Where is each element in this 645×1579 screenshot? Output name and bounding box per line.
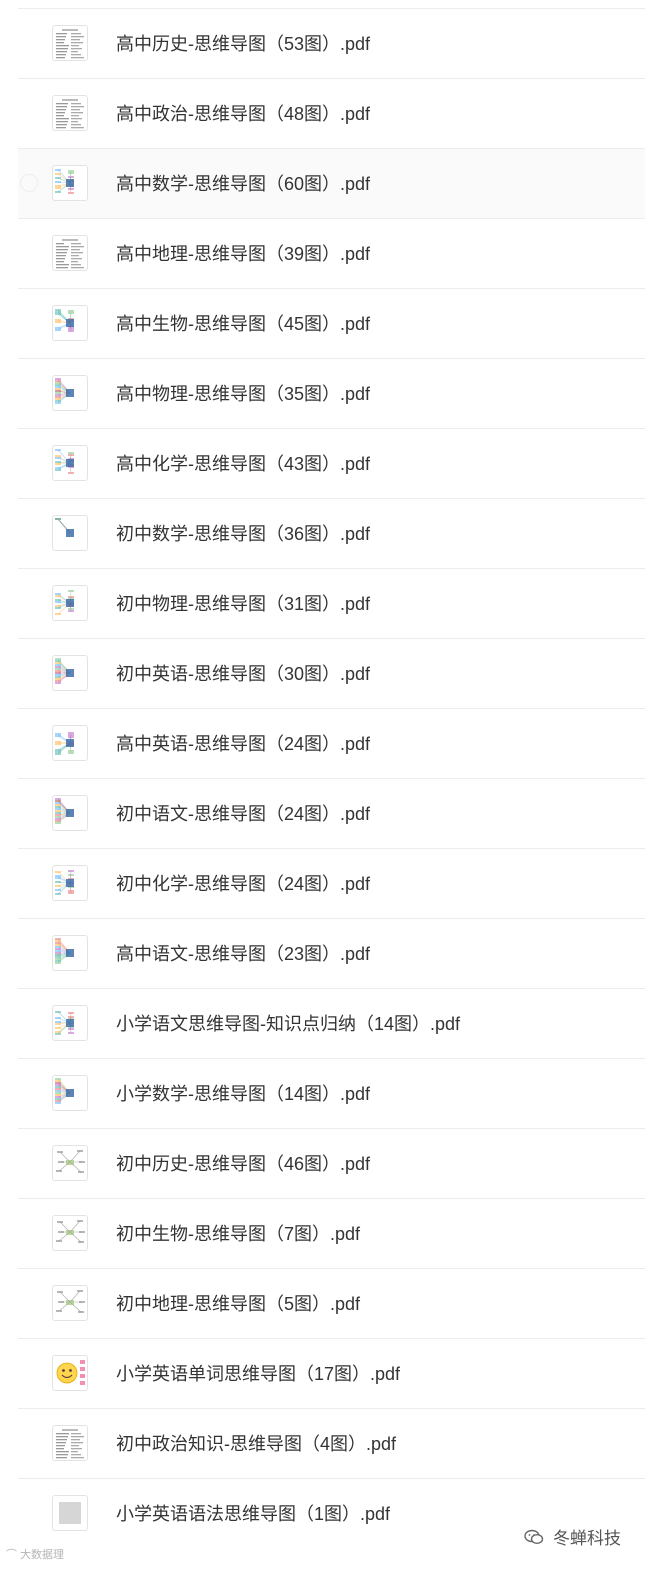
file-row[interactable]: 高中生物-思维导图（45图）.pdf [18,288,645,358]
file-row[interactable]: 小学英语单词思维导图（17图）.pdf [18,1338,645,1408]
file-name[interactable]: 初中政治知识-思维导图（4图）.pdf [116,1432,396,1456]
file-name[interactable]: 初中物理-思维导图（31图）.pdf [116,592,370,616]
watermark-left: ⌒ 大数据理 [6,1546,64,1562]
pdf-thumbnail-icon [52,1215,88,1251]
pdf-thumbnail-icon [52,725,88,761]
file-row[interactable]: 初中地理-思维导图（5图）.pdf [18,1268,645,1338]
file-name[interactable]: 初中化学-思维导图（24图）.pdf [116,872,370,896]
file-name[interactable]: 小学英语单词思维导图（17图）.pdf [116,1362,400,1386]
pdf-thumbnail-icon [52,1145,88,1181]
pdf-thumbnail-icon [52,865,88,901]
pdf-thumbnail-icon [52,795,88,831]
file-name[interactable]: 高中地理-思维导图（39图）.pdf [116,242,370,266]
file-name[interactable]: 高中政治-思维导图（48图）.pdf [116,102,370,126]
file-row[interactable]: 高中英语-思维导图（24图）.pdf [18,708,645,778]
pdf-thumbnail-icon [52,1075,88,1111]
file-name[interactable]: 初中历史-思维导图（46图）.pdf [116,1152,370,1176]
file-name[interactable]: 高中物理-思维导图（35图）.pdf [116,382,370,406]
file-row[interactable]: 高中化学-思维导图（43图）.pdf [18,428,645,498]
file-name[interactable]: 小学英语语法思维导图（1图）.pdf [116,1502,390,1526]
pdf-thumbnail-icon [52,515,88,551]
wechat-icon [524,1529,544,1550]
pdf-thumbnail-icon [52,305,88,341]
file-row[interactable]: 初中英语-思维导图（30图）.pdf [18,638,645,708]
file-name[interactable]: 初中语文-思维导图（24图）.pdf [116,802,370,826]
account-name: 冬蝉科技 [553,1529,621,1548]
file-row[interactable]: 高中地理-思维导图（39图）.pdf [18,218,645,288]
file-name[interactable]: 小学语文思维导图-知识点归纳（14图）.pdf [116,1012,460,1036]
pdf-thumbnail-icon [52,1005,88,1041]
file-name[interactable]: 高中历史-思维导图（53图）.pdf [116,32,370,56]
file-name[interactable]: 高中英语-思维导图（24图）.pdf [116,732,370,756]
file-row[interactable]: 高中语文-思维导图（23图）.pdf [18,918,645,988]
file-name[interactable]: 高中语文-思维导图（23图）.pdf [116,942,370,966]
pdf-thumbnail-icon [52,25,88,61]
pdf-thumbnail-icon [52,375,88,411]
file-name[interactable]: 高中数学-思维导图（60图）.pdf [116,172,370,196]
file-row[interactable]: 初中政治知识-思维导图（4图）.pdf [18,1408,645,1478]
file-row[interactable]: 初中化学-思维导图（24图）.pdf [18,848,645,918]
pdf-thumbnail-icon [52,1285,88,1321]
file-row[interactable]: 初中语文-思维导图（24图）.pdf [18,778,645,848]
file-name[interactable]: 初中数学-思维导图（36图）.pdf [116,522,370,546]
file-row[interactable]: 小学数学-思维导图（14图）.pdf [18,1058,645,1128]
file-list: 高中历史-思维导图（53图）.pdf 高中政治-思维导图（48图）.pdf 高中数学… [0,8,645,1548]
pdf-thumbnail-icon [52,445,88,481]
weibo-icon: ⌒ [6,1549,17,1561]
file-name[interactable]: 初中地理-思维导图（5图）.pdf [116,1292,360,1316]
select-checkbox[interactable] [20,174,38,192]
account-watermark: 冬蝉科技 [524,1524,621,1550]
pdf-thumbnail-icon [52,1355,88,1391]
pdf-thumbnail-icon [52,1425,88,1461]
watermark-text: 大数据理 [20,1549,65,1561]
file-name[interactable]: 初中英语-思维导图（30图）.pdf [116,662,370,686]
pdf-thumbnail-icon [52,1495,88,1531]
file-row[interactable]: 高中历史-思维导图（53图）.pdf [18,8,645,78]
file-name[interactable]: 初中生物-思维导图（7图）.pdf [116,1222,360,1246]
file-row[interactable]: 高中物理-思维导图（35图）.pdf [18,358,645,428]
file-name[interactable]: 小学数学-思维导图（14图）.pdf [116,1082,370,1106]
pdf-thumbnail-icon [52,935,88,971]
file-row[interactable]: 高中政治-思维导图（48图）.pdf [18,78,645,148]
file-row[interactable]: 小学语文思维导图-知识点归纳（14图）.pdf [18,988,645,1058]
pdf-thumbnail-icon [52,95,88,131]
pdf-thumbnail-icon [52,235,88,271]
pdf-thumbnail-icon [52,655,88,691]
file-row[interactable]: 初中生物-思维导图（7图）.pdf [18,1198,645,1268]
pdf-thumbnail-icon [52,585,88,621]
file-row[interactable]: 初中物理-思维导图（31图）.pdf [18,568,645,638]
file-row[interactable]: 高中数学-思维导图（60图）.pdf [18,148,645,218]
file-name[interactable]: 高中生物-思维导图（45图）.pdf [116,312,370,336]
file-row[interactable]: 初中历史-思维导图（46图）.pdf [18,1128,645,1198]
file-row[interactable]: 初中数学-思维导图（36图）.pdf [18,498,645,568]
file-name[interactable]: 高中化学-思维导图（43图）.pdf [116,452,370,476]
pdf-thumbnail-icon [52,165,88,201]
